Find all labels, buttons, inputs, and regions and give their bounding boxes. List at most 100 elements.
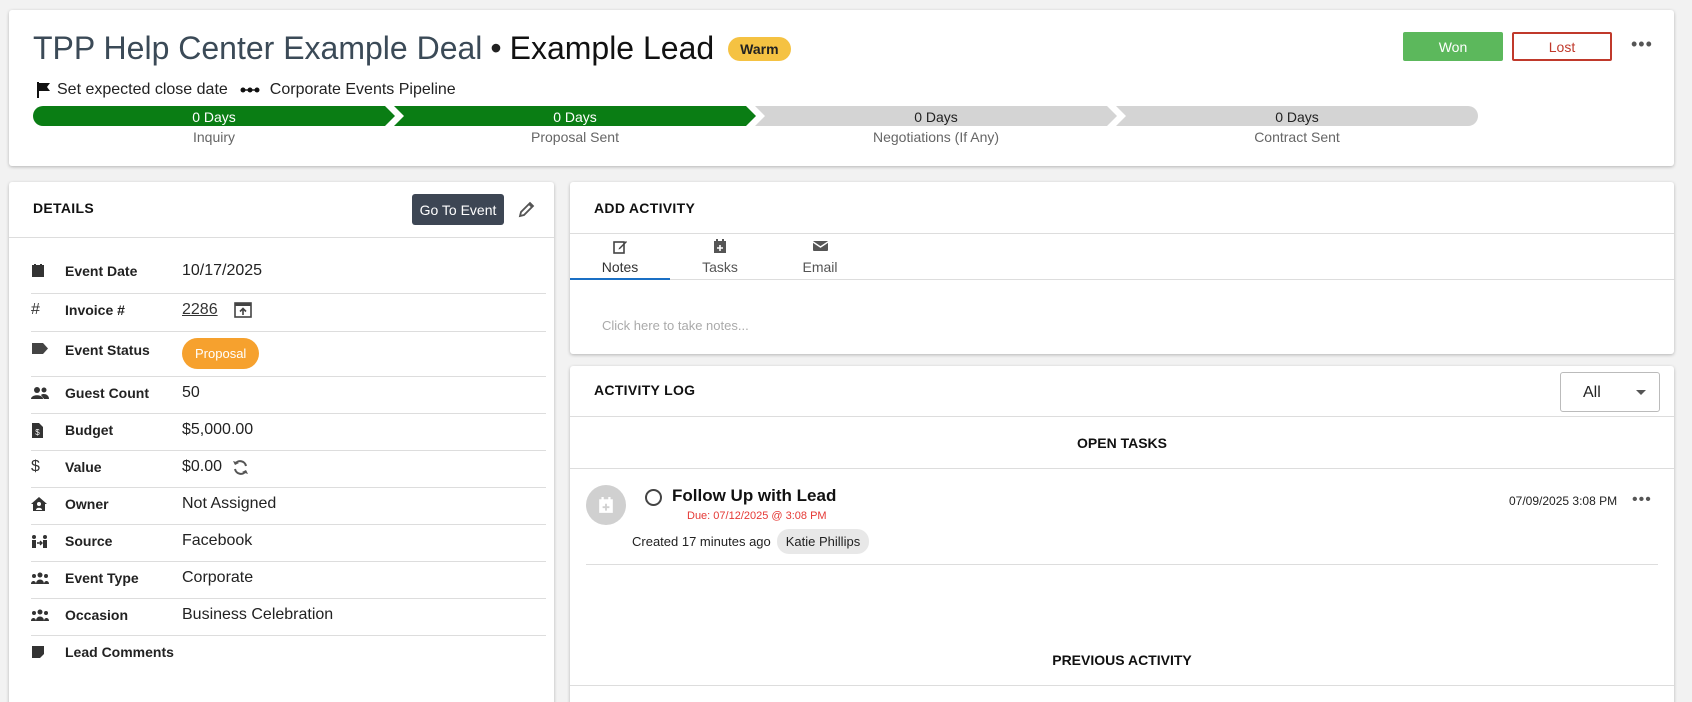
event-status-badge[interactable]: Proposal — [182, 338, 260, 369]
detail-label: Lead Comments — [65, 644, 174, 660]
stage-days: 0 Days — [553, 109, 597, 125]
notes-input[interactable]: Click here to take notes... — [602, 318, 749, 333]
detail-label: Budget — [65, 422, 114, 438]
open-tasks-title: OPEN TASKS — [1077, 435, 1167, 451]
lead-name[interactable]: Example Lead — [510, 30, 715, 67]
detail-row-event-date: Event Date 10/17/2025 — [31, 260, 546, 282]
stage-proposal-sent[interactable]: 0 Days Proposal Sent — [394, 106, 756, 150]
stage-days: 0 Days — [192, 109, 236, 125]
activity-filter-select[interactable]: All — [1560, 372, 1660, 412]
add-activity-title: ADD ACTIVITY — [594, 200, 696, 216]
detail-label: Owner — [65, 496, 109, 512]
pencil-icon[interactable] — [518, 200, 536, 223]
detail-value[interactable]: Business Celebration — [182, 606, 333, 624]
detail-row-event-type: Event Type Corporate — [31, 567, 546, 589]
group-icon — [31, 609, 53, 622]
add-activity-card: ADD ACTIVITY Notes Tasks Email Click her… — [570, 182, 1674, 354]
title-separator: • — [490, 30, 502, 66]
detail-row-guest-count: Guest Count 50 — [31, 382, 546, 404]
activity-log-title: ACTIVITY LOG — [594, 382, 696, 398]
task-timestamp: 07/09/2025 3:08 PM — [1509, 494, 1618, 508]
detail-row-budget: $ Budget $5,000.00 — [31, 419, 546, 441]
stage-name: Negotiations (If Any) — [872, 129, 1000, 145]
detail-row-invoice: # Invoice # 2286 — [31, 299, 546, 321]
envelope-icon — [770, 239, 870, 257]
detail-row-lead-comments: Lead Comments — [31, 641, 546, 663]
edit-icon — [570, 239, 670, 257]
detail-value[interactable]: $5,000.00 — [182, 421, 253, 439]
detail-label: Event Type — [65, 570, 139, 586]
source-icon — [31, 534, 53, 549]
detail-value[interactable]: Not Assigned — [182, 495, 276, 513]
detail-row-owner: Owner Not Assigned — [31, 493, 546, 515]
detail-value[interactable]: 50 — [182, 384, 200, 402]
tab-notes[interactable]: Notes — [570, 234, 670, 280]
deal-meta: Set expected close date Corporate Events… — [37, 81, 456, 99]
activity-tabs: Notes Tasks Email — [570, 233, 1674, 280]
deal-name[interactable]: TPP Help Center Example Deal — [33, 30, 482, 67]
lost-button[interactable]: Lost — [1512, 32, 1612, 61]
svg-text:$: $ — [35, 428, 40, 437]
flag-icon — [37, 82, 51, 98]
filter-value: All — [1583, 384, 1601, 401]
task-created: Created 17 minutes ago — [632, 534, 771, 549]
task-avatar — [586, 485, 626, 525]
open-external-icon[interactable] — [233, 302, 252, 318]
task-title[interactable]: Follow Up with Lead — [672, 486, 836, 506]
stage-contract-sent[interactable]: 0 Days Contract Sent — [1116, 106, 1478, 150]
budget-icon: $ — [31, 422, 53, 438]
more-options-icon[interactable]: ••• — [1631, 35, 1653, 53]
tab-label: Tasks — [702, 259, 738, 275]
stage-negotiations[interactable]: 0 Days Negotiations (If Any) — [755, 106, 1117, 150]
previous-activity-title: PREVIOUS ACTIVITY — [1052, 652, 1192, 668]
deal-title: TPP Help Center Example Deal • Example L… — [33, 30, 791, 67]
detail-row-value: $ Value $0.00 — [31, 456, 546, 478]
pipeline-name[interactable]: Corporate Events Pipeline — [270, 81, 456, 99]
tab-label: Notes — [601, 259, 639, 275]
hash-icon: # — [31, 301, 40, 318]
detail-label: Source — [65, 533, 113, 549]
detail-value[interactable]: Facebook — [182, 532, 252, 550]
dollar-icon: $ — [31, 458, 40, 475]
sticky-note-icon — [31, 645, 53, 659]
tab-label: Email — [802, 259, 838, 275]
pipeline-icon — [240, 86, 260, 94]
go-to-event-button[interactable]: Go To Event — [412, 194, 504, 225]
stage-days: 0 Days — [1275, 109, 1319, 125]
refresh-icon[interactable] — [232, 459, 249, 476]
assignee-chip[interactable]: Katie Phillips — [776, 529, 870, 554]
details-title: DETAILS — [33, 200, 94, 216]
chevron-down-icon — [1636, 390, 1646, 395]
detail-row-event-status: Event Status Proposal — [31, 332, 546, 378]
task-more-icon[interactable]: ••• — [1632, 492, 1652, 508]
tab-tasks[interactable]: Tasks — [670, 234, 770, 280]
users-icon — [31, 386, 53, 400]
won-button[interactable]: Won — [1403, 32, 1503, 61]
details-card: DETAILS Go To Event Event Date 10/17/202… — [9, 182, 554, 702]
details-divider — [9, 237, 554, 238]
invoice-link[interactable]: 2286 — [182, 301, 218, 319]
detail-row-source: Source Facebook — [31, 530, 546, 552]
calendar-icon — [31, 264, 53, 278]
house-user-icon — [31, 497, 53, 511]
detail-value[interactable]: $0.00 — [182, 458, 222, 476]
detail-label: Event Date — [65, 263, 138, 279]
stage-name: Inquiry — [192, 129, 236, 145]
tab-email[interactable]: Email — [770, 234, 870, 280]
calendar-plus-icon — [670, 239, 770, 257]
stage-name: Contract Sent — [1254, 129, 1340, 145]
stage-name: Proposal Sent — [531, 129, 619, 145]
tag-icon — [31, 342, 53, 355]
set-close-date-link[interactable]: Set expected close date — [57, 81, 228, 99]
detail-value[interactable]: Corporate — [182, 569, 253, 587]
deal-header-card: TPP Help Center Example Deal • Example L… — [9, 10, 1674, 166]
detail-row-occasion: Occasion Business Celebration — [31, 604, 546, 626]
detail-label: Invoice # — [65, 302, 125, 318]
detail-value[interactable]: 10/17/2025 — [182, 262, 262, 280]
temperature-badge[interactable]: Warm — [728, 36, 791, 61]
activity-log-card: ACTIVITY LOG All OPEN TASKS Follow Up wi… — [570, 366, 1674, 702]
task-complete-radio[interactable] — [645, 489, 662, 506]
stage-inquiry[interactable]: 0 Days Inquiry — [33, 106, 395, 150]
detail-label: Occasion — [65, 607, 129, 623]
detail-label: Value — [65, 459, 102, 475]
